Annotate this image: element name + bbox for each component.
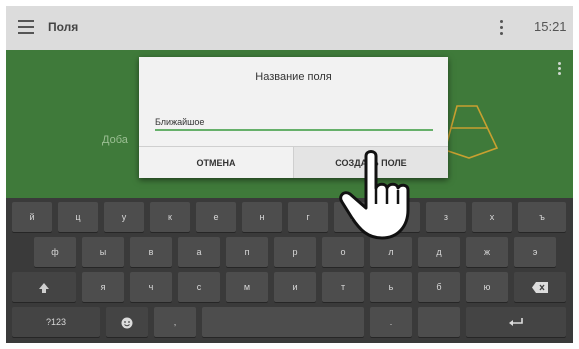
key-row3[interactable]: б — [418, 272, 460, 302]
key-row3[interactable]: м — [226, 272, 268, 302]
key-row2[interactable]: в — [130, 237, 172, 267]
dialog-title: Название поля — [255, 71, 332, 83]
emoji-key[interactable] — [106, 307, 148, 337]
key-row1[interactable]: е — [196, 202, 236, 232]
field-name-input[interactable] — [155, 115, 433, 131]
key-row2[interactable]: ж — [466, 237, 508, 267]
add-field-hint: Доба — [102, 134, 128, 146]
backspace-icon — [532, 282, 548, 294]
shift-arrow-icon — [39, 282, 49, 293]
key-row3[interactable]: ч — [130, 272, 172, 302]
extra-key[interactable] — [418, 307, 460, 337]
key-row3[interactable]: с — [178, 272, 220, 302]
key-row1[interactable]: ъ — [518, 202, 566, 232]
enter-key[interactable] — [466, 307, 566, 337]
symbols-key[interactable]: ?123 — [12, 307, 100, 337]
key-row1[interactable]: к — [150, 202, 190, 232]
hamburger-menu-icon[interactable] — [18, 20, 34, 34]
key-row2[interactable]: д — [418, 237, 460, 267]
enter-arrow-icon — [509, 318, 523, 327]
cancel-button[interactable]: ОТМЕНА — [139, 147, 293, 178]
key-row3[interactable]: ь — [370, 272, 412, 302]
emoji-icon — [121, 317, 133, 329]
key-row3[interactable]: и — [274, 272, 316, 302]
shift-key[interactable] — [12, 272, 76, 302]
tap-gesture-hand-icon — [339, 150, 410, 240]
key-row1[interactable]: г — [288, 202, 328, 232]
key-row2[interactable]: ф — [34, 237, 76, 267]
key-row1[interactable]: у — [104, 202, 144, 232]
backspace-key[interactable] — [514, 272, 566, 302]
map-overflow-icon[interactable] — [558, 62, 561, 77]
key-row2[interactable]: э — [514, 237, 556, 267]
key-row3[interactable]: т — [322, 272, 364, 302]
period-key[interactable]: . — [370, 307, 412, 337]
space-key[interactable] — [202, 307, 364, 337]
key-row1[interactable]: х — [472, 202, 512, 232]
key-row3[interactable]: ю — [466, 272, 508, 302]
key-row2[interactable]: р — [274, 237, 316, 267]
key-row2[interactable]: а — [178, 237, 220, 267]
device-screen: Поля 15:21 Доба Название поля ОТМЕНА СОЗ… — [6, 6, 573, 343]
key-row2[interactable]: п — [226, 237, 268, 267]
key-row1[interactable]: й — [12, 202, 52, 232]
key-row3[interactable]: я — [82, 272, 124, 302]
key-row2[interactable]: ы — [82, 237, 124, 267]
field-polygon-icon — [444, 105, 499, 159]
key-row1[interactable]: ц — [58, 202, 98, 232]
more-options-icon[interactable] — [500, 20, 504, 38]
app-bar: Поля 15:21 — [6, 6, 573, 50]
app-title: Поля — [48, 20, 79, 34]
status-clock: 15:21 — [534, 19, 567, 34]
key-row1[interactable]: н — [242, 202, 282, 232]
key-row1[interactable]: з — [426, 202, 466, 232]
onscreen-keyboard: й ц у к е н г ш щ з х ъ ф ы в а п р о л … — [6, 198, 573, 343]
comma-key[interactable]: , — [154, 307, 196, 337]
